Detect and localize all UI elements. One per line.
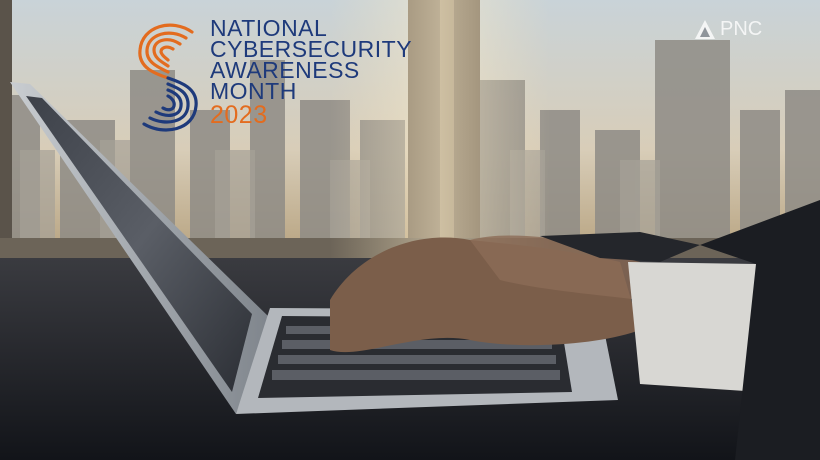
fingerprint-s-icon [138, 23, 198, 132]
hero-photo: NATIONAL CYBERSECURITY AWARENESS MONTH 2… [0, 0, 820, 460]
logo-year: 2023 [210, 101, 268, 129]
logo-text: NATIONAL CYBERSECURITY AWARENESS MONTH 2… [210, 17, 412, 129]
logo-line-month: MONTH [210, 78, 297, 104]
brand-label: PNC [720, 18, 763, 40]
pnc-triangle-icon [695, 19, 715, 39]
cybersecurity-month-logo: NATIONAL CYBERSECURITY AWARENESS MONTH 2… [132, 16, 432, 146]
pnc-brand-mark: PNC [694, 18, 762, 41]
